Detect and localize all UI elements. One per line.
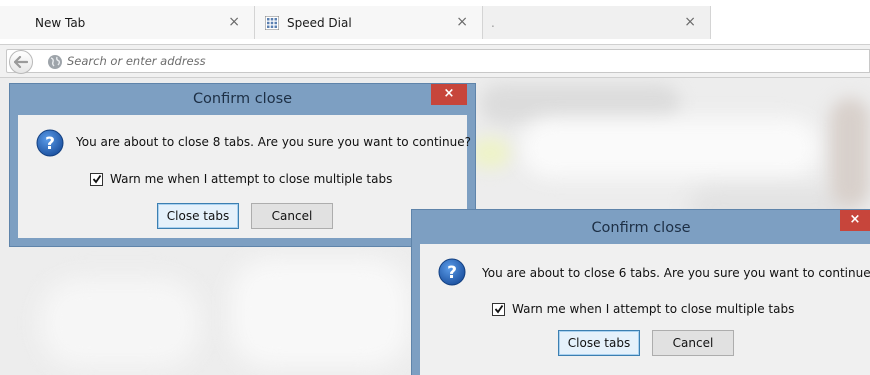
checkmark-icon (494, 304, 503, 314)
dialog-message: You are about to close 6 tabs. Are you s… (482, 266, 870, 280)
svg-text:?: ? (447, 263, 457, 283)
url-input[interactable] (67, 52, 767, 70)
tab-new-tab[interactable]: New Tab × (0, 6, 255, 39)
warn-checkbox[interactable] (90, 172, 103, 186)
cancel-button[interactable]: Cancel (251, 203, 333, 229)
tab-title: . (491, 15, 495, 30)
dialog-close-button[interactable]: × (840, 210, 870, 231)
dialog-title: Confirm close (591, 220, 691, 236)
warn-checkbox-row[interactable]: Warn me when I attempt to close multiple… (90, 172, 392, 186)
dialog-message: You are about to close 8 tabs. Are you s… (76, 135, 471, 149)
close-tabs-button[interactable]: Close tabs (157, 203, 239, 229)
blurred-tile (230, 258, 410, 368)
tab-title: Speed Dial (287, 15, 352, 30)
confirm-close-dialog: Confirm close × ? You are about to close… (10, 84, 475, 246)
dialog-title: Confirm close (192, 91, 293, 107)
url-bar[interactable] (6, 49, 870, 74)
close-tabs-button[interactable]: Close tabs (558, 330, 640, 356)
dialog-body: ? You are about to close 6 tabs. Are you… (420, 244, 870, 375)
globe-icon[interactable] (47, 54, 63, 70)
tab-title: New Tab (35, 15, 86, 30)
tab-untitled[interactable]: . × (483, 6, 711, 39)
blurred-tile (520, 118, 820, 178)
cancel-button[interactable]: Cancel (652, 330, 734, 356)
dialog-body: ? You are about to close 8 tabs. Are you… (18, 115, 471, 238)
back-button[interactable] (9, 50, 33, 74)
question-icon: ? (36, 129, 64, 157)
blurred-tile (830, 98, 870, 208)
tab-close-icon[interactable]: × (228, 14, 240, 30)
tab-close-icon[interactable]: × (456, 14, 468, 30)
question-icon: ? (438, 258, 466, 286)
warn-checkbox-row[interactable]: Warn me when I attempt to close multiple… (492, 302, 794, 316)
warn-checkbox-label: Warn me when I attempt to close multiple… (110, 172, 393, 186)
tab-speed-dial[interactable]: Speed Dial × (255, 6, 483, 39)
checkmark-icon (92, 174, 101, 184)
blurred-tile (470, 138, 510, 168)
warn-checkbox[interactable] (492, 302, 505, 316)
warn-checkbox-label: Warn me when I attempt to close multiple… (512, 302, 795, 316)
back-arrow-icon (14, 56, 28, 68)
confirm-close-dialog: Confirm close × ? You are about to close… (412, 210, 870, 375)
speed-dial-grid-icon (265, 15, 279, 30)
svg-text:?: ? (45, 134, 55, 154)
navigation-bar (0, 44, 870, 78)
tab-strip: New Tab × Speed Dial × . × (0, 0, 870, 44)
blurred-tile (40, 278, 200, 368)
dialog-close-button[interactable]: × (431, 84, 467, 105)
tab-close-icon[interactable]: × (684, 14, 696, 30)
